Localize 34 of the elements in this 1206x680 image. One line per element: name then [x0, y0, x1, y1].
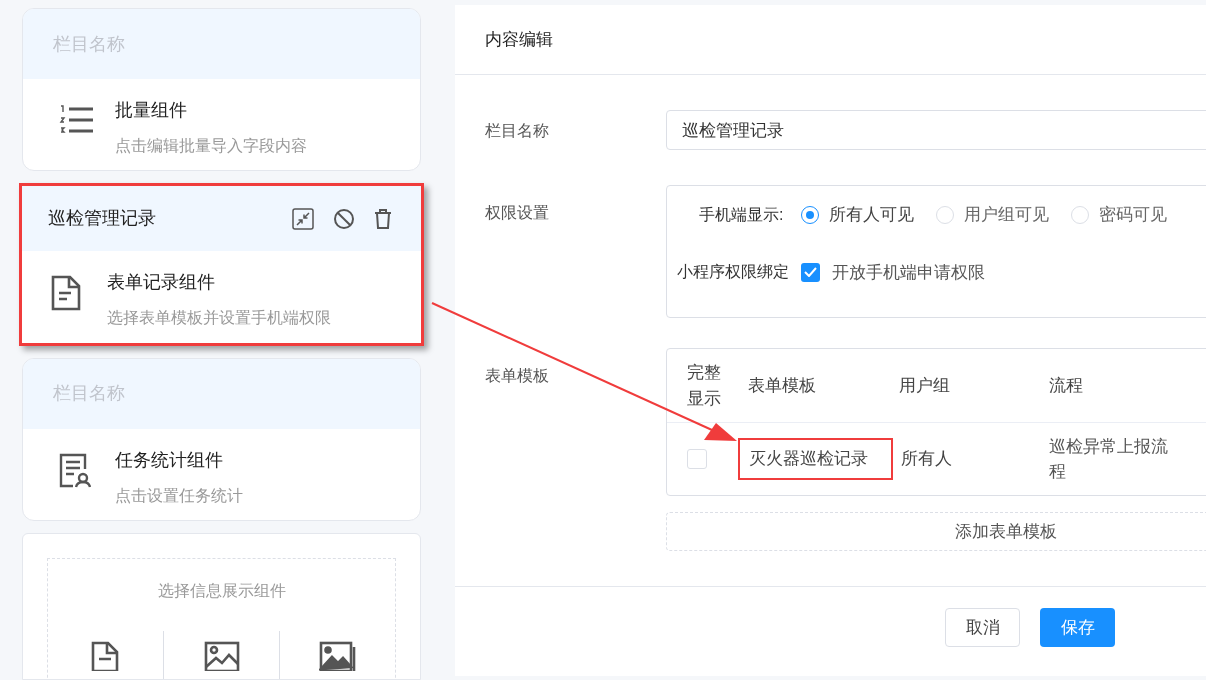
component-name: 批量组件 — [115, 99, 188, 122]
add-template-button[interactable]: 添加表单模板 — [666, 512, 1206, 551]
component-name: 任务统计组件 — [115, 448, 224, 472]
component-description: 点击设置任务统计 — [115, 485, 243, 506]
text-field[interactable]: 巡检管理记录 — [666, 110, 1206, 150]
column-header: 用户组 — [899, 374, 951, 397]
radio-label[interactable]: 用户组可见 — [964, 202, 1050, 228]
field-label: 栏目名称 — [485, 121, 550, 141]
table-cell-text: 巡检异常上报流程 — [1049, 436, 1169, 483]
field-label: 表单模板 — [485, 366, 550, 386]
picker-prompt: 选择信息展示组件 — [157, 580, 286, 601]
column-header: 流程 — [1049, 374, 1084, 397]
component-description: 点击编辑批量导入字段内容 — [115, 136, 307, 156]
component-description: 选择表单模板并设置手机端权限 — [107, 308, 331, 329]
cancel-button[interactable]: 取消 — [945, 608, 1020, 647]
column-header: 完整显示 — [687, 361, 722, 410]
table-cell: 所有人 — [901, 449, 952, 469]
checkbox-label[interactable]: 开放手机端申请权限 — [832, 259, 985, 285]
table-cell: 灭火器巡检记录 — [738, 438, 893, 480]
delete-icon[interactable] — [373, 207, 393, 230]
collapse-icon[interactable] — [291, 206, 315, 231]
radio-label[interactable]: 所有人可见 — [829, 202, 915, 228]
panel-title: 内容编辑 — [485, 28, 553, 51]
option-label: 手机端显示: — [699, 204, 784, 225]
checkbox[interactable] — [801, 262, 820, 282]
radio-label[interactable]: 密码可见 — [1099, 202, 1168, 228]
disable-icon[interactable] — [333, 207, 355, 230]
component-card[interactable]: 巡检管理记录 表单记录组件 选择表单模板并设置手机端权限 — [19, 183, 424, 346]
checkbox[interactable] — [687, 449, 707, 469]
card-title: 巡检管理记录 — [48, 207, 157, 231]
field-label: 权限设置 — [485, 203, 550, 223]
column-header: 表单模板 — [748, 374, 817, 397]
option-label: 小程序权限绑定 — [677, 262, 789, 283]
component-name: 表单记录组件 — [107, 271, 216, 295]
